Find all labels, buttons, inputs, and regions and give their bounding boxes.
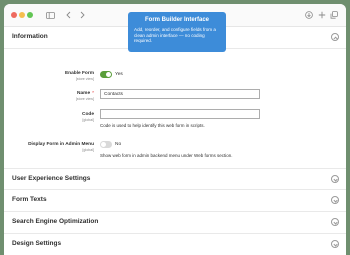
name-scope: [store view]	[75, 97, 94, 101]
toggle-knob	[106, 72, 111, 77]
display-admin-menu-note: Show web form in admin backend menu unde…	[100, 153, 233, 158]
tooltip-title: Form Builder Interface	[144, 17, 209, 23]
sidebar-icon[interactable]	[44, 8, 56, 22]
display-admin-menu-toggle[interactable]	[100, 141, 112, 148]
app-window: Information Enable Form [store view] Yes…	[4, 4, 346, 255]
minimize-window-button[interactable]	[19, 12, 25, 18]
section-seo-header[interactable]: Search Engine Optimization	[4, 212, 346, 234]
feature-tooltip: Form Builder Interface Add, reorder, and…	[128, 12, 226, 52]
name-label: Name *	[77, 91, 94, 96]
expand-chevron-icon[interactable]	[331, 175, 339, 183]
section-form-texts-header[interactable]: Form Texts	[4, 190, 346, 212]
section-design-header[interactable]: Design Settings	[4, 234, 346, 255]
required-marker: *	[92, 91, 94, 96]
name-label-text: Name	[77, 91, 91, 96]
section-title: Design Settings	[12, 240, 62, 247]
enable-form-value: Yes	[115, 72, 123, 77]
code-input[interactable]	[100, 109, 260, 119]
collapse-chevron-icon[interactable]	[331, 33, 339, 41]
code-scope: [global]	[82, 118, 94, 122]
plus-icon[interactable]	[317, 8, 327, 22]
section-title: Search Engine Optimization	[12, 218, 99, 225]
display-admin-menu-scope: [global]	[82, 148, 94, 152]
section-title: User Experience Settings	[12, 175, 91, 182]
enable-form-label: Enable Form	[64, 71, 94, 76]
form-content: Information Enable Form [store view] Yes…	[4, 27, 346, 255]
download-icon[interactable]	[304, 8, 314, 22]
name-input[interactable]: Contacts	[100, 89, 260, 99]
enable-form-scope: [store view]	[75, 77, 94, 81]
display-admin-menu-value: No	[115, 142, 122, 147]
code-note: Code is used to help identify this web f…	[100, 123, 205, 128]
expand-chevron-icon[interactable]	[331, 196, 339, 204]
maximize-window-button[interactable]	[27, 12, 33, 18]
toggle-knob	[101, 142, 106, 147]
expand-chevron-icon[interactable]	[331, 218, 339, 226]
copy-icon[interactable]	[329, 8, 339, 22]
close-window-button[interactable]	[11, 12, 17, 18]
expand-chevron-icon[interactable]	[331, 240, 339, 248]
chevron-right-icon[interactable]	[77, 8, 87, 22]
enable-form-toggle[interactable]	[100, 71, 112, 78]
code-label: Code	[82, 112, 94, 117]
section-user-experience-header[interactable]: User Experience Settings	[4, 168, 346, 190]
section-title: Form Texts	[12, 196, 47, 203]
tooltip-text: Add, reorder, and configure fields from …	[134, 27, 216, 44]
chevron-left-icon[interactable]	[63, 8, 73, 22]
display-admin-menu-label: Display Form in Admin Menu	[28, 142, 94, 147]
section-title: Information	[12, 33, 48, 40]
